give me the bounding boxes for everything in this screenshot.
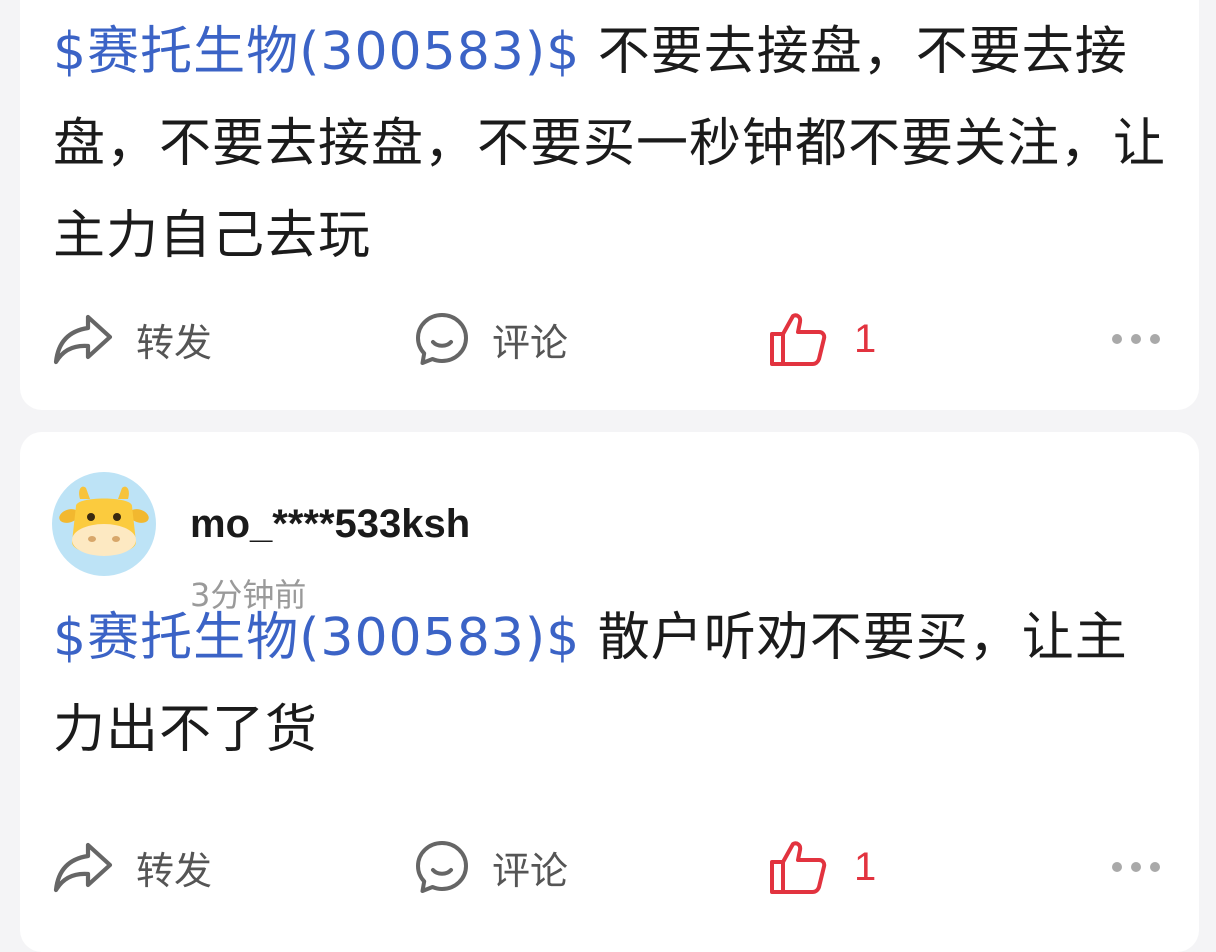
share-arrow-icon: [52, 312, 114, 366]
avatar[interactable]: [52, 472, 156, 576]
share-arrow-icon: [52, 840, 114, 894]
post-action-bar: 转发 评论 1: [20, 832, 1199, 902]
like-count: 1: [854, 316, 877, 361]
stock-tag-link[interactable]: $赛托生物(300583)$: [53, 22, 580, 82]
like-button[interactable]: 1: [768, 832, 876, 902]
comment-label: 评论: [492, 848, 569, 893]
like-button[interactable]: 1: [768, 304, 876, 374]
author-username[interactable]: mo_****533ksh: [190, 502, 470, 547]
more-options-button[interactable]: [1108, 304, 1164, 374]
post-content[interactable]: $赛托生物(300583)$ 不要去接盘，不要去接盘，不要去接盘，不要买一秒钟都…: [53, 6, 1168, 282]
comment-button[interactable]: 评论: [414, 832, 568, 902]
post-content[interactable]: $赛托生物(300583)$ 散户听劝不要买，让主力出不了货: [53, 592, 1168, 776]
more-dots-icon: [1110, 332, 1162, 346]
thumbs-up-icon: [768, 838, 828, 896]
post-card[interactable]: mo_****533ksh 3分钟前 $赛托生物(300583)$ 散户听劝不要…: [20, 432, 1199, 952]
comment-bubble-icon: [414, 839, 470, 895]
thumbs-up-icon: [768, 310, 828, 368]
more-dots-icon: [1110, 860, 1162, 874]
comment-label: 评论: [492, 320, 569, 365]
post-card[interactable]: $赛托生物(300583)$ 不要去接盘，不要去接盘，不要去接盘，不要买一秒钟都…: [20, 0, 1199, 410]
more-options-button[interactable]: [1108, 832, 1164, 902]
comment-button[interactable]: 评论: [414, 304, 568, 374]
cow-avatar-icon: [59, 486, 149, 556]
like-count: 1: [854, 844, 877, 889]
repost-button[interactable]: 转发: [52, 832, 212, 902]
repost-button[interactable]: 转发: [52, 304, 212, 374]
repost-label: 转发: [136, 848, 213, 893]
comment-bubble-icon: [414, 311, 470, 367]
stock-tag-link[interactable]: $赛托生物(300583)$: [53, 608, 580, 668]
post-action-bar: 转发 评论 1: [20, 304, 1199, 374]
repost-label: 转发: [136, 320, 213, 365]
